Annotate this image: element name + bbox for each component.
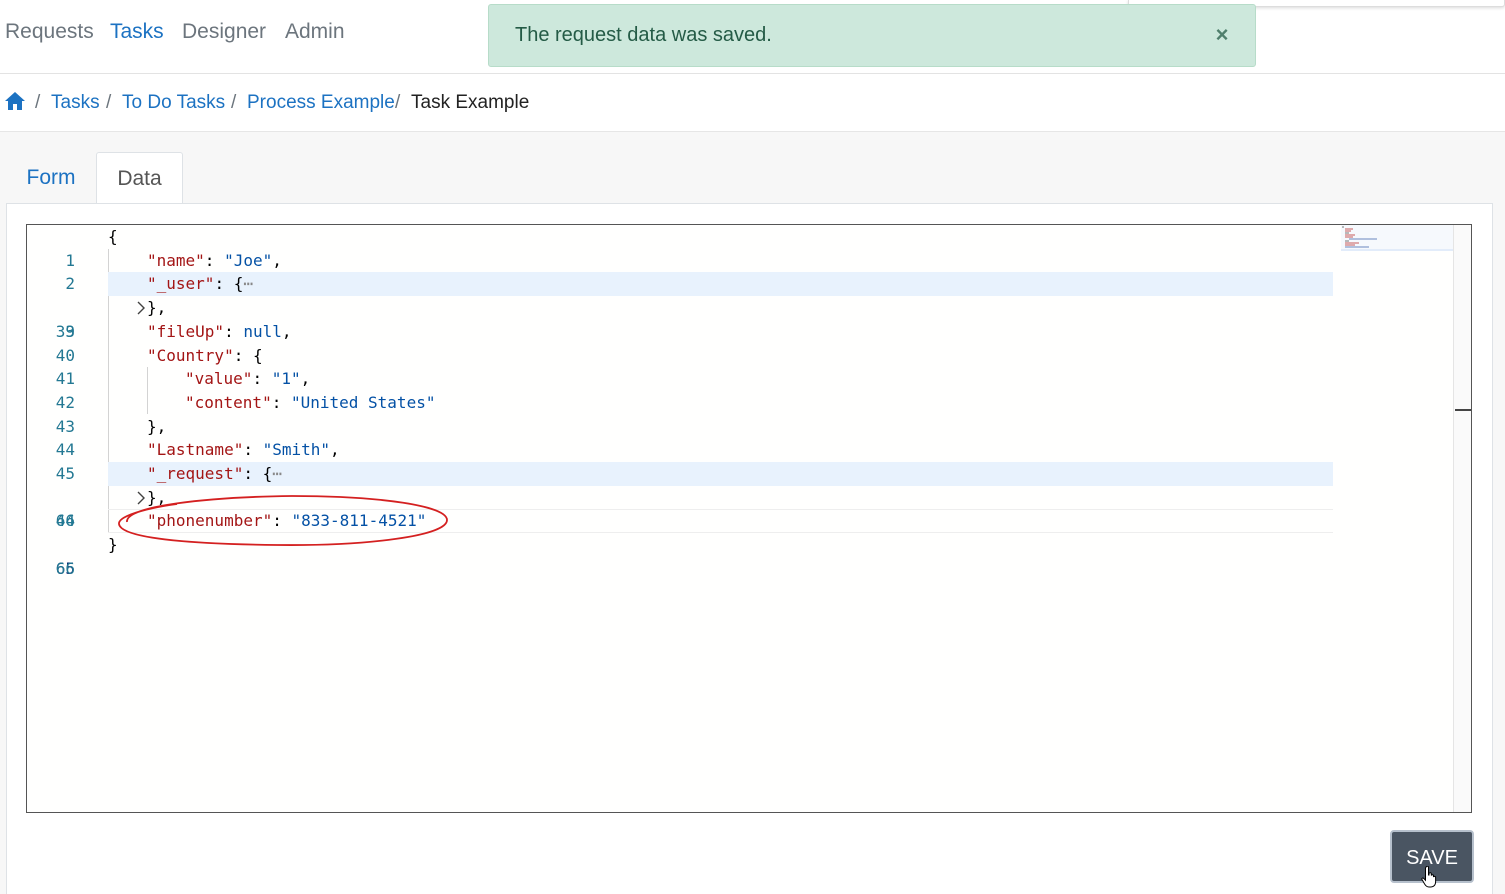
json-key: "Country" [147, 345, 234, 365]
json-key: "fileUp" [147, 321, 225, 341]
breadcrumb-item-to-do-tasks[interactable]: To Do Tasks [122, 92, 225, 114]
code-line: 43 "content": "United States" [27, 391, 1333, 436]
breadcrumb-current: Task Example [411, 92, 530, 113]
code-text: }, [147, 298, 167, 318]
json-key: "value" [185, 369, 253, 389]
json-value: "United States" [290, 392, 436, 412]
json-value: "1" [271, 369, 301, 389]
json-punct: , [300, 369, 311, 389]
json-punct: { [252, 345, 263, 365]
json-value: "Smith" [262, 440, 331, 460]
code-line: 40 "fileUp": null, [27, 320, 1333, 365]
code-line: 1 { [27, 225, 1333, 270]
json-value: "833-811-4521" [291, 511, 427, 531]
alert-message: The request data was saved. [515, 24, 772, 46]
json-punct: { [262, 464, 273, 483]
breadcrumb-separator: / [106, 92, 112, 113]
breadcrumb-item-tasks[interactable]: Tasks [51, 92, 100, 114]
json-key: "name" [147, 250, 205, 270]
editor-minimap[interactable] [1341, 225, 1453, 252]
home-icon[interactable] [4, 91, 26, 111]
json-punct: { [233, 274, 244, 294]
json-key: "content" [185, 392, 272, 412]
line-number: 66 [55, 558, 75, 578]
breadcrumb-separator: / [395, 92, 401, 113]
code-text: }, [147, 487, 167, 507]
code-text: { [108, 227, 118, 246]
code-line: 64 }, [27, 486, 1333, 531]
json-value: "Joe" [224, 250, 273, 270]
json-editor[interactable]: 1 { 2 "name": "Joe", 3 "_user": {⋯ 39 },… [26, 224, 1472, 813]
fold-ellipsis[interactable]: ⋯ [272, 464, 282, 483]
code-line: 2 "name": "Joe", [27, 249, 1333, 294]
json-punct: , [281, 321, 292, 341]
breadcrumb-separator: / [231, 92, 237, 113]
json-key: "_request" [147, 464, 244, 483]
json-key: "_user" [147, 274, 215, 294]
code-line-current: 65 "phonenumber": "833-811-4521" [27, 509, 1333, 578]
fold-ellipsis[interactable]: ⋯ [243, 274, 253, 293]
code-line-folded: 46 "_request": {⋯ [27, 462, 1333, 530]
code-line: 45 "Lastname": "Smith", [27, 438, 1333, 483]
breadcrumb-separator: / [35, 92, 41, 113]
code-line: 41 "Country": { [27, 344, 1333, 389]
scrollbar-marker [1455, 409, 1471, 411]
nav-item-requests[interactable]: Requests [5, 20, 94, 44]
code-line: 66 } [27, 533, 1333, 578]
code-text: }, [147, 416, 167, 436]
json-value: null [243, 321, 282, 341]
hand-pointer-icon [1421, 866, 1437, 888]
nav-item-admin[interactable]: Admin [285, 20, 345, 44]
code-line: 42 "value": "1", [27, 367, 1333, 412]
json-punct: , [330, 440, 340, 460]
nav-item-designer[interactable]: Designer [182, 20, 266, 44]
close-icon[interactable]: × [1211, 22, 1233, 48]
json-punct: , [272, 250, 282, 270]
json-key: "phonenumber" [147, 511, 273, 531]
code-line: 39 }, [27, 296, 1333, 341]
tab-data[interactable]: Data [96, 152, 183, 204]
json-key: "Lastname" [147, 440, 244, 460]
breadcrumb-item-process-example[interactable]: Process Example [247, 92, 395, 114]
editor-scrollbar[interactable] [1453, 225, 1471, 812]
nav-item-tasks[interactable]: Tasks [110, 20, 164, 44]
tab-form[interactable]: Form [6, 152, 96, 204]
code-text: } [108, 535, 118, 555]
breadcrumb: / Tasks / To Do Tasks / Process Example … [0, 74, 1505, 132]
code-line: 44 }, [27, 415, 1333, 460]
success-alert: The request data was saved. × [488, 4, 1256, 67]
code-line-folded: 3 "_user": {⋯ [27, 272, 1333, 341]
